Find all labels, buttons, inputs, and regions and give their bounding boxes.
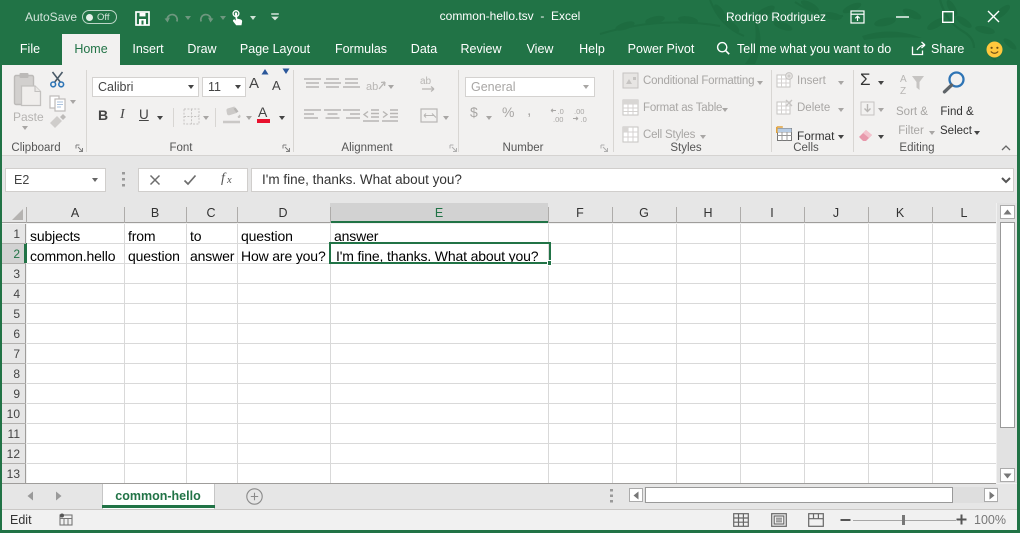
svg-text:.0: .0 (581, 115, 587, 123)
svg-text:ab: ab (420, 76, 432, 87)
svg-text:A: A (900, 74, 907, 85)
svg-text:ab: ab (366, 81, 378, 93)
svg-text:Z: Z (900, 86, 906, 96)
svg-text:.00: .00 (553, 115, 563, 123)
